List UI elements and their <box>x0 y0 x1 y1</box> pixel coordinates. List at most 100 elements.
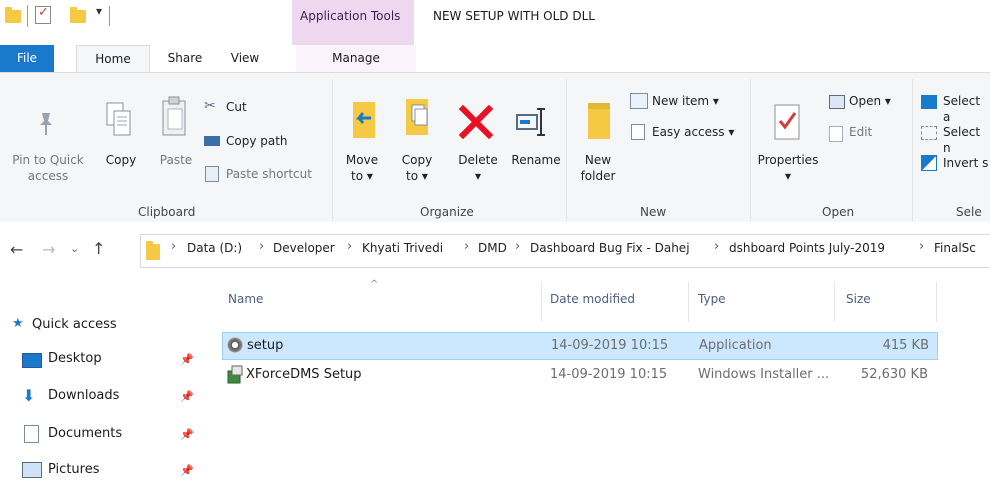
column-divider[interactable] <box>688 282 689 322</box>
breadcrumb-data-d[interactable]: Data (D:) <box>187 241 242 255</box>
group-divider <box>566 79 567 221</box>
pin-icon[interactable]: 📌 <box>180 464 194 477</box>
up-arrow-icon[interactable]: ↑ <box>92 239 105 258</box>
paste-shortcut-button[interactable]: Paste shortcut <box>226 166 312 182</box>
file-date: 14-09-2019 10:15 <box>550 367 668 382</box>
column-header-size[interactable]: Size <box>846 292 871 306</box>
copy-path-button[interactable]: Copy path <box>226 133 288 149</box>
nav-item-pictures[interactable]: Pictures <box>48 462 99 477</box>
delete-icon <box>458 104 494 142</box>
column-header-name[interactable]: Name <box>228 292 263 306</box>
new-folder-label-2: folder <box>580 169 616 183</box>
delete-label: Delete <box>458 153 498 167</box>
quick-access-star-icon: ★ <box>12 316 24 331</box>
move-to-button[interactable]: Move to ▾ <box>340 152 384 184</box>
nav-item-documents[interactable]: Documents <box>48 426 122 441</box>
paste-icon <box>160 95 188 142</box>
file-name: XForceDMS Setup <box>246 367 362 382</box>
paste-button[interactable]: Paste <box>156 152 196 168</box>
back-arrow-icon[interactable]: ← <box>10 240 23 259</box>
file-size: 52,630 KB <box>860 367 928 382</box>
breadcrumb-separator: › <box>714 239 720 254</box>
edit-button[interactable]: Edit <box>849 124 872 140</box>
copy-to-icon <box>402 95 432 144</box>
desktop-icon <box>22 353 42 368</box>
delete-button[interactable]: Delete ▾ <box>452 152 504 184</box>
copy-to-button[interactable]: Copy to ▾ <box>395 152 439 184</box>
properties-button[interactable]: Properties ▾ <box>756 152 820 184</box>
pin-icon[interactable]: 📌 <box>180 390 194 403</box>
breadcrumb-dmd[interactable]: DMD <box>478 241 507 255</box>
file-date: 14-09-2019 10:15 <box>551 338 669 353</box>
nav-item-downloads[interactable]: Downloads <box>48 388 119 403</box>
new-item-icon <box>630 93 648 109</box>
move-label-2: to ▾ <box>351 169 373 183</box>
documents-icon <box>24 425 39 443</box>
file-size: 415 KB <box>882 338 929 353</box>
nav-item-desktop[interactable]: Desktop <box>48 351 102 366</box>
tab-share[interactable]: Share <box>160 45 210 72</box>
file-row-setup[interactable]: setup 14-09-2019 10:15 Application 415 K… <box>222 332 938 360</box>
column-divider[interactable] <box>541 282 542 322</box>
select-none-button[interactable]: Select n <box>943 124 990 156</box>
breadcrumb-separator: › <box>464 239 470 254</box>
file-type: Application <box>699 338 772 353</box>
copy-button[interactable]: Copy <box>104 152 138 168</box>
copy-to-label-2: to ▾ <box>406 169 428 183</box>
pin-icon[interactable]: 📌 <box>180 428 194 441</box>
paste-shortcut-icon <box>205 166 219 182</box>
cut-button[interactable]: Cut <box>226 99 247 115</box>
tab-home[interactable]: Home <box>76 45 150 73</box>
breadcrumb-khyati-trivedi[interactable]: Khyati Trivedi <box>362 241 443 255</box>
file-name: setup <box>247 338 284 353</box>
edit-icon <box>829 126 843 142</box>
breadcrumb-developer[interactable]: Developer <box>273 241 335 255</box>
column-header-date-modified[interactable]: Date modified <box>550 292 635 306</box>
rename-button[interactable]: Rename <box>509 152 563 168</box>
new-folder-qat-icon[interactable] <box>70 7 86 23</box>
tab-manage[interactable]: Manage <box>296 45 416 72</box>
forward-arrow-icon[interactable]: → <box>42 240 55 259</box>
customize-qat-icon[interactable]: ▾ <box>96 4 102 18</box>
open-button[interactable]: Open ▾ <box>849 93 891 109</box>
file-row-xforcedms-setup[interactable]: XForceDMS Setup 14-09-2019 10:15 Windows… <box>222 362 936 388</box>
group-divider <box>750 79 751 221</box>
column-divider[interactable] <box>834 282 835 322</box>
breadcrumb-separator: › <box>171 239 177 254</box>
downloads-icon: ⬇ <box>22 386 36 405</box>
select-group-label: Sele <box>956 205 982 219</box>
properties-qat-icon[interactable]: ✓ <box>35 5 51 24</box>
pin-icon[interactable]: 📌 <box>180 353 194 366</box>
breadcrumb-finalsc[interactable]: FinalSc <box>934 241 976 255</box>
pin-to-quick-access-button[interactable]: Pin to Quick access <box>2 152 94 184</box>
new-item-button[interactable]: New item ▾ <box>652 93 719 109</box>
invert-selection-button[interactable]: Invert s <box>943 155 988 171</box>
select-all-button[interactable]: Select a <box>943 93 990 125</box>
delete-arrow: ▾ <box>474 169 482 183</box>
recent-locations-chevron-icon[interactable]: ⌄ <box>70 242 79 255</box>
properties-arrow: ▾ <box>784 169 792 183</box>
file-type: Windows Installer ... <box>698 367 830 382</box>
application-icon <box>227 337 243 353</box>
ribbon: Pin to Quick access Copy Paste ✂ Cut Cop… <box>0 72 990 224</box>
new-folder-button[interactable]: New folder <box>578 152 618 184</box>
tab-file[interactable]: File <box>0 45 54 72</box>
column-divider[interactable] <box>936 282 937 322</box>
select-none-icon <box>921 126 937 140</box>
open-group-label: Open <box>822 205 855 219</box>
title-bar: ✓ ▾ Application Tools NEW SETUP WITH OLD… <box>0 0 990 45</box>
breadcrumb-separator: › <box>347 239 353 254</box>
new-folder-label-1: New <box>584 153 612 167</box>
application-tools-label: Application Tools <box>300 9 401 23</box>
tab-view[interactable]: View <box>222 45 268 72</box>
copy-path-icon <box>204 136 220 146</box>
quick-access-item[interactable]: Quick access <box>32 317 117 332</box>
breadcrumb-separator: › <box>919 239 925 254</box>
breadcrumb-dashboard-bug-fix[interactable]: Dashboard Bug Fix - Dahej <box>530 241 690 255</box>
sort-ascending-icon: ^ <box>370 279 379 290</box>
column-header-type[interactable]: Type <box>698 292 726 306</box>
breadcrumb-dshboard-points[interactable]: dshboard Points July-2019 <box>729 241 885 255</box>
invert-selection-icon <box>921 155 937 171</box>
easy-access-button[interactable]: Easy access ▾ <box>652 124 734 140</box>
folder-icon[interactable] <box>5 7 21 23</box>
